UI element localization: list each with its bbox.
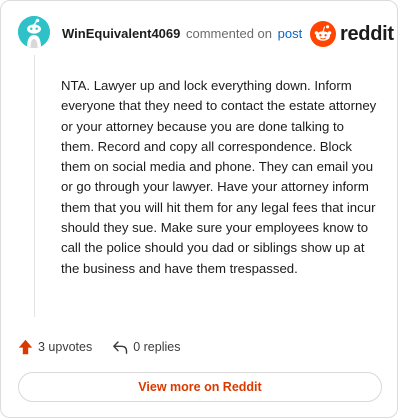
upvotes-count: 3 upvotes — [38, 340, 93, 354]
reply-arrow-icon — [113, 340, 128, 354]
embedded-comment-card: WinEquivalent4069 commented on post redd… — [0, 0, 398, 418]
comment-header: WinEquivalent4069 commented on post — [62, 26, 302, 42]
comment-stats: 3 upvotes 0 replies — [18, 339, 180, 355]
replies-count: 0 replies — [133, 340, 181, 354]
comment-body: NTA. Lawyer up and lock everything down.… — [61, 78, 377, 276]
author-username[interactable]: WinEquivalent4069 — [62, 26, 180, 41]
brand-wordmark: reddit — [340, 22, 394, 45]
reddit-brand[interactable]: reddit — [310, 21, 394, 47]
post-link[interactable]: post — [278, 26, 303, 41]
action-text: commented on — [186, 26, 272, 41]
view-more-button[interactable]: View more on Reddit — [18, 372, 382, 402]
avatar[interactable] — [18, 16, 50, 48]
thread-line — [34, 55, 35, 317]
snoo-avatar-icon — [18, 16, 50, 48]
upvotes-stat[interactable]: 3 upvotes — [18, 339, 92, 355]
reddit-snoo-logo-icon — [310, 21, 336, 47]
replies-stat[interactable]: 0 replies — [112, 340, 180, 355]
upvote-arrow-icon — [18, 339, 33, 355]
